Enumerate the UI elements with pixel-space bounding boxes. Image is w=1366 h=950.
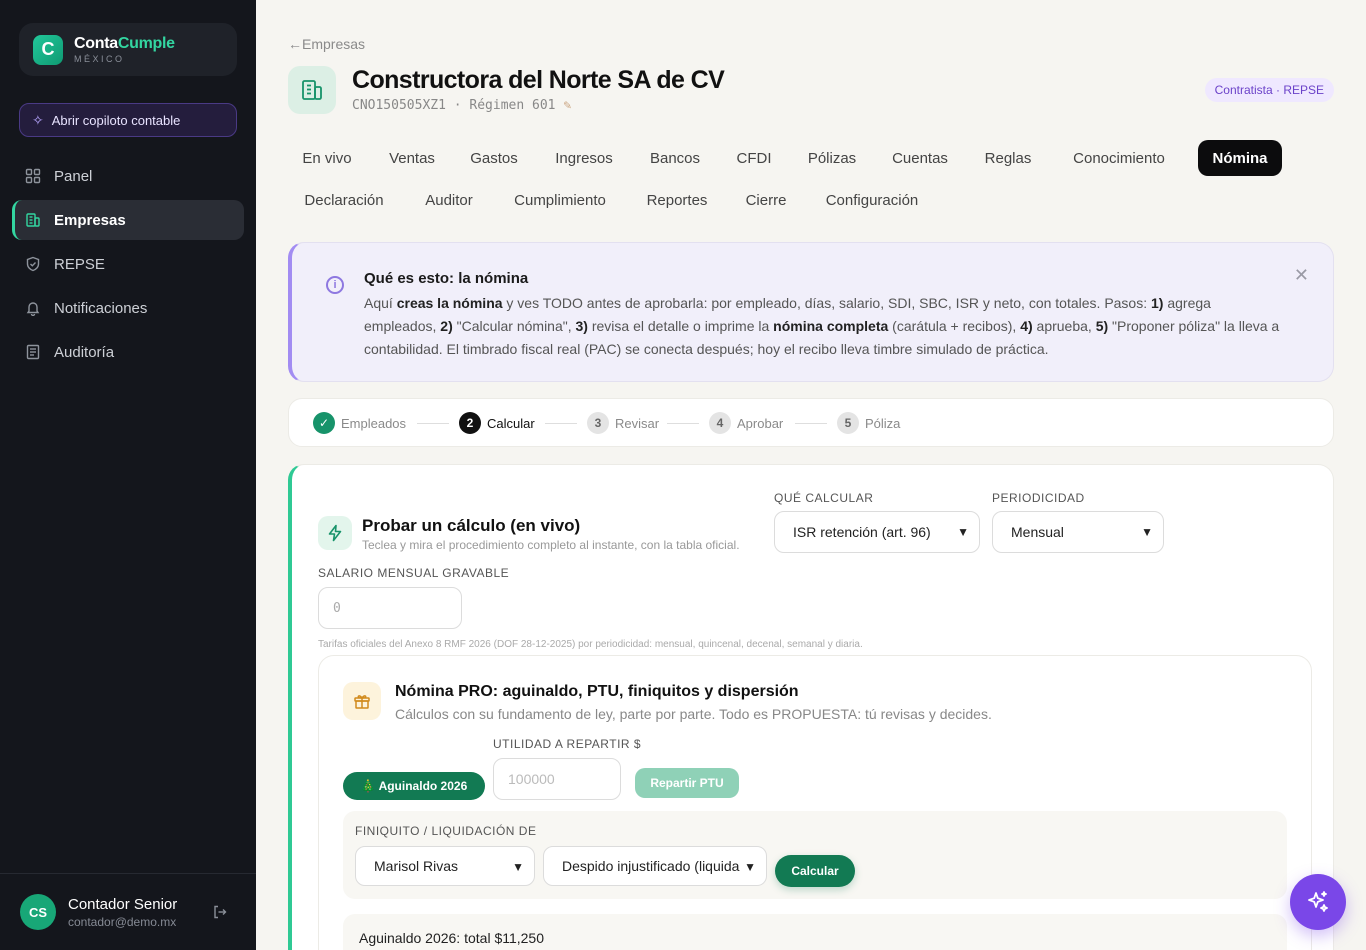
sidebar-nav: Panel Empresas REPSE Notificaciones Audi… <box>12 156 244 376</box>
que-calcular-select[interactable]: ISR retención (art. 96) ▼ <box>774 511 980 553</box>
pencil-icon[interactable]: ✎ <box>564 98 572 113</box>
copilot-fab-button[interactable] <box>1290 874 1346 930</box>
motivo-select[interactable]: Despido injustificado (liquida ▼ <box>543 846 767 886</box>
info-body: Aquí creas la nómina y ves TODO antes de… <box>364 295 1280 357</box>
step-connector <box>417 423 449 424</box>
finiquito-label: FINIQUITO / LIQUIDACIÓN DE <box>355 824 537 838</box>
chevron-down-icon: ▼ <box>957 525 969 539</box>
salario-label: SALARIO MENSUAL GRAVABLE <box>318 566 510 580</box>
aguinaldo-total: Aguinaldo 2026: total $11,250 <box>359 930 545 946</box>
user-name: Contador Senior <box>68 895 178 913</box>
step-empleados[interactable]: ✓ Empleados <box>313 412 406 434</box>
tab-reglas[interactable]: Reglas <box>972 140 1044 176</box>
tab-ingresos[interactable]: Ingresos <box>542 140 626 176</box>
calc-title: Probar un cálculo (en vivo) <box>362 516 581 535</box>
utilidad-label: UTILIDAD A REPARTIR $ <box>493 737 642 751</box>
sidebar-item-panel[interactable]: Panel <box>12 156 244 196</box>
company-building-icon <box>288 66 336 114</box>
periodicidad-select[interactable]: Mensual ▼ <box>992 511 1164 553</box>
grid-icon <box>24 167 42 185</box>
tarifas-note: Tarifas oficiales del Anexo 8 RMF 2026 (… <box>318 639 863 650</box>
chevron-down-icon: ▼ <box>744 860 756 874</box>
utilidad-input[interactable]: 100000 <box>493 758 621 800</box>
status-badge: Contratista · REPSE <box>1204 78 1334 102</box>
step-calcular[interactable]: 2 Calcular <box>459 412 535 434</box>
pro-subtitle: Cálculos con su fundamento de ley, parte… <box>395 706 992 722</box>
payroll-stepper: ✓ Empleados 2 Calcular 3 Revisar 4 Aprobar 5… <box>288 398 1334 447</box>
live-calc-card: Probar un cálculo (en vivo) Teclea y mir… <box>288 464 1334 950</box>
chevron-down-icon: ▼ <box>512 860 524 874</box>
logo-mark-icon: C <box>33 34 63 65</box>
step-revisar[interactable]: 3 Revisar <box>587 412 659 434</box>
step-poliza[interactable]: 5 Póliza <box>837 412 900 434</box>
arrow-left-icon: ← <box>288 36 302 52</box>
aguinaldo-button[interactable]: 🎄 Aguinaldo 2026 <box>343 772 485 800</box>
main-content: ←Empresas Constructora del Norte SA de C… <box>256 0 1366 950</box>
receipt-icon <box>24 343 42 361</box>
sparkles-icon <box>1308 891 1328 912</box>
tab-ventas[interactable]: Ventas <box>374 140 450 176</box>
salario-input[interactable]: 0 <box>318 587 462 629</box>
page-title: Constructora del Norte SA de CV <box>352 66 725 94</box>
building-icon <box>24 211 42 229</box>
logo-subtitle: MÉXICO <box>74 53 125 64</box>
info-title: Qué es esto: la nómina <box>364 270 529 287</box>
tab-cumplimiento[interactable]: Cumplimiento <box>500 182 620 218</box>
tab-cuentas[interactable]: Cuentas <box>880 140 960 176</box>
tab-auditor[interactable]: Auditor <box>412 182 486 218</box>
close-icon[interactable]: ✕ <box>1294 265 1309 286</box>
tab-bancos[interactable]: Bancos <box>638 140 712 176</box>
periodicidad-label: PERIODICIDAD <box>992 491 1085 505</box>
info-icon: i <box>326 276 344 294</box>
check-icon: ✓ <box>313 412 335 434</box>
sidebar-item-repse[interactable]: REPSE <box>12 244 244 284</box>
calcular-finiquito-button[interactable]: Calcular <box>775 855 855 887</box>
tab-polizas[interactable]: Pólizas <box>794 140 870 176</box>
tab-declaracion[interactable]: Declaración <box>288 182 400 218</box>
empleado-select[interactable]: Marisol Rivas ▼ <box>355 846 535 886</box>
user-email: contador@demo.mx <box>68 914 177 929</box>
step-aprobar[interactable]: 4 Aprobar <box>709 412 783 434</box>
logout-icon[interactable] <box>212 904 228 925</box>
repartir-ptu-button[interactable]: Repartir PTU <box>635 768 739 798</box>
tab-configuracion[interactable]: Configuración <box>814 182 930 218</box>
nomina-info-card: i Qué es esto: la nómina Aquí creas la n… <box>288 242 1334 382</box>
chevron-down-icon: ▼ <box>1141 525 1153 539</box>
bell-icon <box>24 299 42 317</box>
step-connector <box>667 423 699 424</box>
tab-cierre[interactable]: Cierre <box>734 182 798 218</box>
gift-icon <box>343 682 381 720</box>
tab-cfdi[interactable]: CFDI <box>724 140 784 176</box>
step-connector <box>545 423 577 424</box>
avatar: CS <box>20 894 56 930</box>
tab-gastos[interactable]: Gastos <box>458 140 530 176</box>
pro-title: Nómina PRO: aguinaldo, PTU, finiquitos y… <box>395 683 799 700</box>
company-rfc: CNO150505XZ1 <box>352 98 446 113</box>
company-regimen: Régimen 601 <box>469 98 556 113</box>
tab-reportes[interactable]: Reportes <box>634 182 720 218</box>
finiquito-section: FINIQUITO / LIQUIDACIÓN DE Marisol Rivas… <box>343 811 1287 899</box>
sidebar: C ContaCumple MÉXICO ✧ Abrir copiloto co… <box>0 0 256 950</box>
tab-nomina[interactable]: Nómina <box>1198 140 1282 176</box>
user-profile: CS Contador Senior contador@demo.mx <box>0 873 256 950</box>
sidebar-item-notificaciones[interactable]: Notificaciones <box>12 288 244 328</box>
brand-logo[interactable]: C ContaCumple MÉXICO <box>19 23 237 76</box>
calc-subtitle: Teclea y mira el procedimiento completo … <box>362 538 740 552</box>
back-link[interactable]: ←Empresas <box>288 36 365 52</box>
shield-icon <box>24 255 42 273</box>
nomina-pro-card: Nómina PRO: aguinaldo, PTU, finiquitos y… <box>318 655 1312 950</box>
tab-conocimiento[interactable]: Conocimiento <box>1056 140 1182 176</box>
step-connector <box>795 423 827 424</box>
que-calcular-label: QUÉ CALCULAR <box>774 491 874 505</box>
lightning-icon <box>318 516 352 550</box>
logo-name: ContaCumple <box>74 34 175 52</box>
company-rfc-regimen: CNO150505XZ1 · Régimen 601 ✎ <box>352 98 572 113</box>
tab-en-vivo[interactable]: En vivo <box>288 140 366 176</box>
sparkles-icon: ✧ <box>32 111 44 128</box>
sidebar-item-auditoria[interactable]: Auditoría <box>12 332 244 372</box>
open-copilot-button[interactable]: ✧ Abrir copiloto contable <box>19 103 237 137</box>
aguinaldo-result-section: Aguinaldo 2026: total $11,250 <box>343 914 1287 950</box>
sidebar-item-empresas[interactable]: Empresas <box>12 200 244 240</box>
